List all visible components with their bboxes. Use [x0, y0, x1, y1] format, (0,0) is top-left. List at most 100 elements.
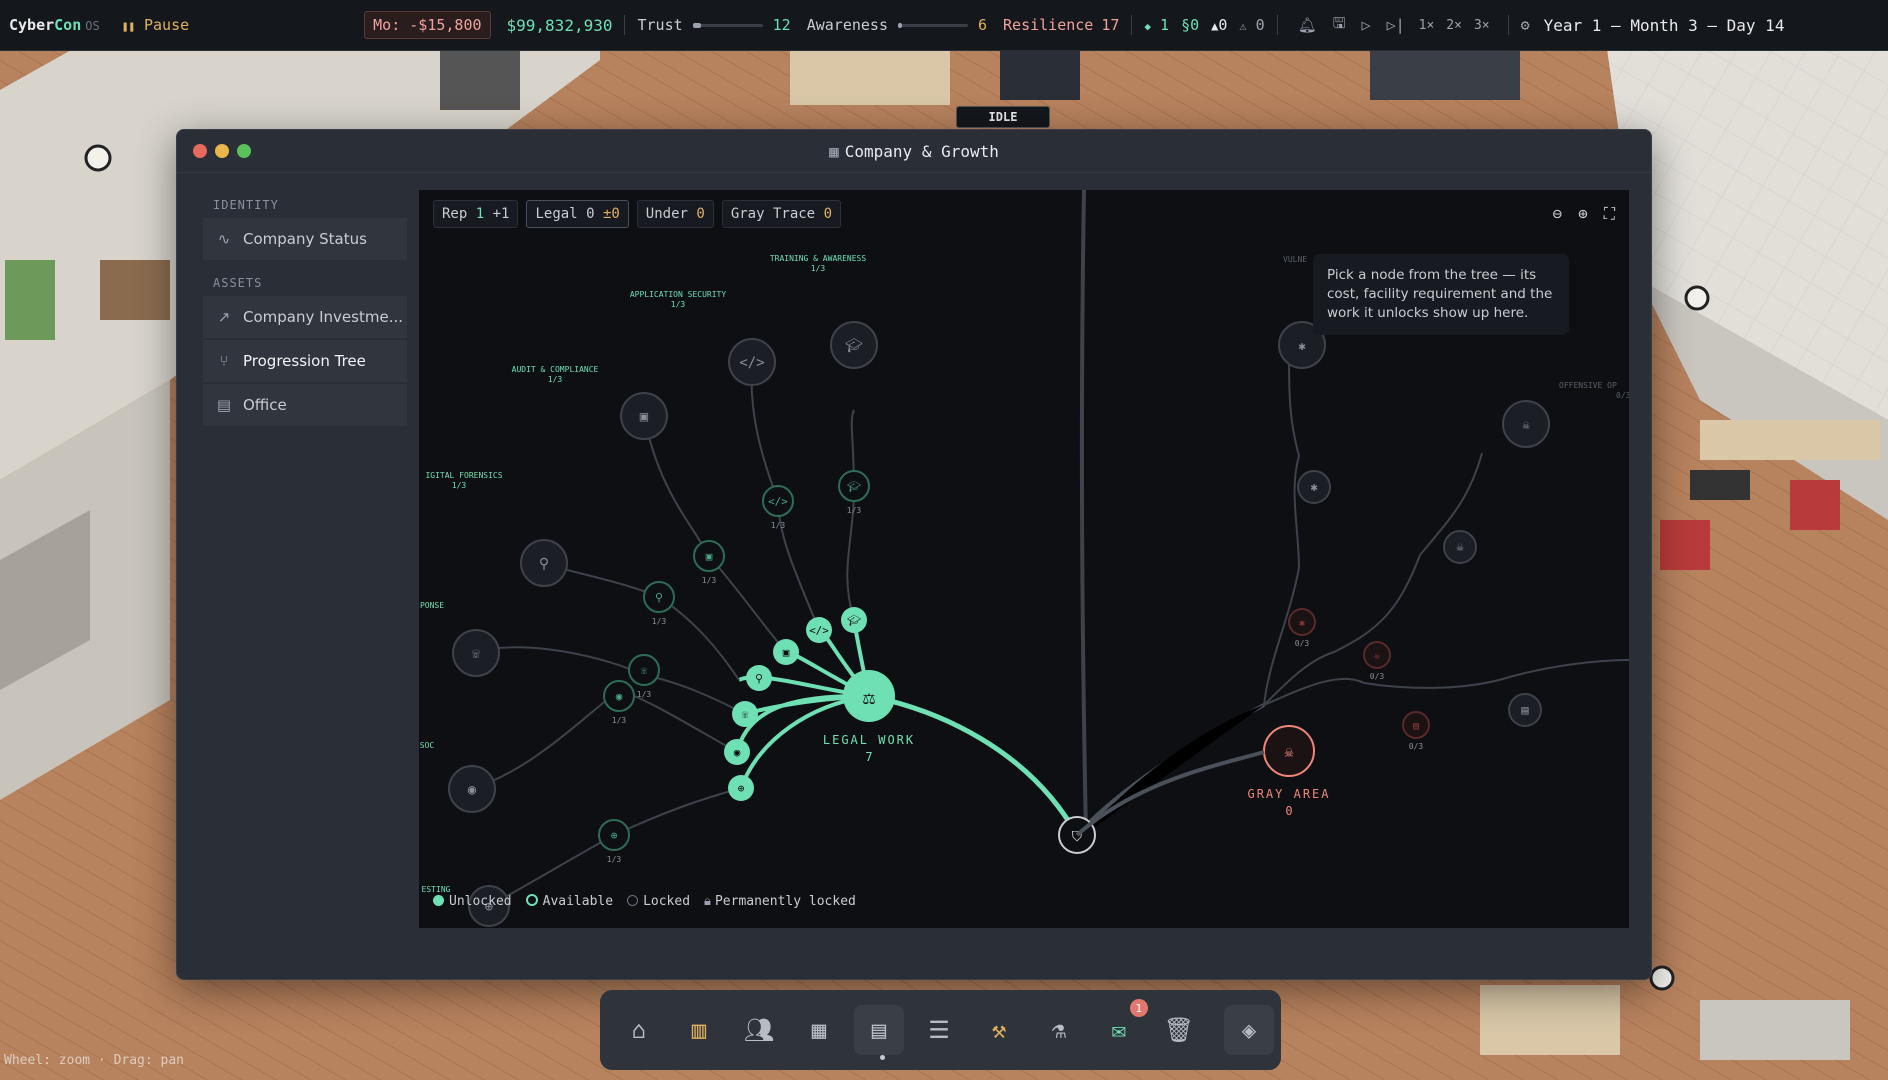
sidebar-item-progression-tree[interactable]: ⑂ Progression Tree	[203, 340, 407, 382]
idle-status-badge: IDLE	[956, 106, 1050, 128]
top-bar: CyberCon OS ❚❚ Pause Mo: -$15,800 $99,832…	[0, 0, 1888, 51]
speed-1x-button[interactable]: 1×	[1419, 18, 1435, 33]
section-label-identity: IDENTITY	[213, 198, 279, 212]
sidebar-item-office[interactable]: ▤ Office	[203, 384, 407, 426]
diamond-icon: ◆	[1144, 20, 1152, 33]
layers-icon[interactable]: ◈	[1224, 1005, 1274, 1055]
calculator-icon[interactable]: ▦	[794, 1005, 844, 1055]
sidebar-item-company-status[interactable]: ∿ Company Status	[203, 218, 407, 260]
company-growth-window: ▦ Company & Growth IDENTITY ∿ Company Sta…	[176, 129, 1652, 980]
svg-text:OFFENSIVE OP: OFFENSIVE OP	[1559, 381, 1617, 390]
stat-reputation: ◆ 1	[1144, 16, 1170, 34]
gray-area-label: GRAY AREA	[1247, 787, 1330, 801]
awareness-meter	[897, 22, 968, 28]
resilience-value: 17	[1101, 16, 1120, 34]
zoom-in-icon[interactable]: ⊕	[1578, 204, 1588, 224]
trust-meter	[692, 22, 763, 28]
sidebar-item-company-investments[interactable]: ↗ Company Investme...	[203, 296, 407, 338]
window-titlebar[interactable]: ▦ Company & Growth	[177, 130, 1651, 173]
people-icon[interactable]: 👥︎	[734, 1005, 784, 1055]
svg-text:1/3: 1/3	[612, 716, 627, 725]
skull-icon: ☠	[1284, 743, 1293, 761]
tree-legend: Unlocked Available Locked 🔒︎ Permanently …	[433, 894, 856, 909]
node-hint-tooltip: Pick a node from the tree — its cost, fa…	[1313, 254, 1569, 335]
awareness-label: Awareness	[806, 16, 888, 34]
svg-text:✱: ✱	[1298, 339, 1305, 353]
board-icon[interactable]: ▥	[674, 1005, 724, 1055]
svg-text:⊕: ⊕	[611, 829, 618, 842]
trash-icon[interactable]: 🗑︎	[1154, 1005, 1204, 1055]
svg-text:▣: ▣	[706, 550, 713, 563]
flask-icon[interactable]: ⚗	[1034, 1005, 1084, 1055]
legal-work-value: 7	[865, 750, 872, 764]
gray-area-value: 0	[1285, 804, 1292, 818]
speed-2x-button[interactable]: 2×	[1446, 18, 1462, 33]
maximize-button[interactable]	[237, 144, 251, 158]
svg-text:0/3: 0/3	[1370, 672, 1385, 681]
svg-text:◉: ◉	[734, 746, 741, 759]
svg-text:TRAINING & AWARENESS: TRAINING & AWARENESS	[770, 254, 867, 263]
svg-text:☠: ☠	[1522, 418, 1530, 432]
svg-text:SOC: SOC	[420, 741, 435, 750]
scales-icon: ⚖	[863, 685, 875, 709]
stat-legal: §0	[1181, 16, 1200, 34]
close-button[interactable]	[193, 144, 207, 158]
svg-text:☏: ☏	[742, 708, 749, 721]
cash-balance: $99,832,930	[506, 15, 613, 35]
svg-text:🎓︎: 🎓︎	[847, 614, 861, 627]
svg-text:▤: ▤	[1413, 721, 1419, 732]
svg-text:1/3: 1/3	[847, 506, 862, 515]
step-icon[interactable]: ▷|	[1387, 16, 1405, 34]
play-icon[interactable]: ▷	[1362, 16, 1371, 34]
hammer-icon[interactable]: ⚒	[974, 1005, 1024, 1055]
svg-text:🎓︎: 🎓︎	[847, 480, 861, 493]
app-dock: ⌂ ▥ 👥︎ ▦ ▤ ☰ ⚒ ⚗ ✉ 1 🗑︎ ◈	[600, 990, 1281, 1070]
svg-text:1/3: 1/3	[702, 576, 717, 585]
building-icon: ▤	[216, 396, 232, 414]
section-icon: §	[1181, 16, 1191, 34]
warning-icon: ⚠	[1239, 19, 1247, 33]
progression-tree-panel[interactable]: ⛉ ⚖ LEGAL WORK 7 🎓︎ </> ▣ ⚲ ☏ ◉ ⊕ 🎓︎ </>…	[419, 190, 1629, 928]
settings-gear-icon[interactable]: ⚙	[1521, 16, 1530, 34]
svg-text:⊕: ⊕	[738, 782, 745, 795]
rep-chip: Rep 1 +1	[433, 200, 519, 228]
save-icon[interactable]: 🖫	[1333, 13, 1346, 38]
svg-text:☏: ☏	[472, 646, 481, 662]
speed-3x-button[interactable]: 3×	[1474, 18, 1490, 33]
trust-value: 12	[772, 16, 791, 34]
svg-text:▤: ▤	[1521, 703, 1528, 717]
svg-text:IGITAL FORENSICS: IGITAL FORENSICS	[425, 471, 502, 480]
building-icon[interactable]: ▤	[854, 1005, 904, 1055]
server-icon[interactable]: ☰	[914, 1005, 964, 1055]
svg-text:1/3: 1/3	[548, 375, 563, 384]
svg-text:⚲: ⚲	[755, 672, 763, 685]
zoom-out-icon[interactable]: ⊖	[1553, 204, 1563, 224]
legal-chip: Legal 0 ±0	[526, 200, 629, 228]
svg-text:1/3: 1/3	[811, 264, 826, 273]
under-chip: Under 0	[636, 200, 714, 228]
svg-text:✱: ✱	[1299, 618, 1305, 629]
minimize-button[interactable]	[215, 144, 229, 158]
svg-text:⚲: ⚲	[539, 556, 549, 572]
game-date: Year 1 — Month 3 — Day 14	[1543, 15, 1785, 35]
active-indicator	[880, 1055, 885, 1060]
svg-text:0/3: 0/3	[1409, 742, 1424, 751]
fullscreen-icon[interactable]: ⛶	[1604, 204, 1615, 224]
svg-text:VULNE: VULNE	[1283, 255, 1307, 264]
legend-unlocked: Unlocked	[433, 894, 512, 909]
bell-icon[interactable]: 🔔︎	[1298, 16, 1317, 34]
legal-work-label: LEGAL WORK	[823, 733, 915, 747]
brand-logo: CyberCon OS	[9, 16, 100, 34]
svg-text:PONSE: PONSE	[420, 601, 444, 610]
speed-controls: 1× 2× 3×	[1413, 18, 1496, 33]
svg-text:0/3: 0/3	[1616, 391, 1629, 400]
svg-text:☠: ☠	[1374, 651, 1380, 662]
shop-icon[interactable]: ⌂	[614, 1005, 664, 1055]
window-controls	[193, 144, 251, 158]
mail-icon[interactable]: ✉ 1	[1094, 999, 1148, 1055]
branch-icon: ⑂	[219, 352, 229, 370]
pause-button[interactable]: ❚❚ Pause	[122, 16, 189, 34]
svg-text:</>: </>	[809, 624, 829, 637]
zoom-controls: ⊖ ⊕ ⛶	[1553, 204, 1615, 224]
legend-permanently-locked: 🔒︎ Permanently locked	[704, 894, 856, 909]
